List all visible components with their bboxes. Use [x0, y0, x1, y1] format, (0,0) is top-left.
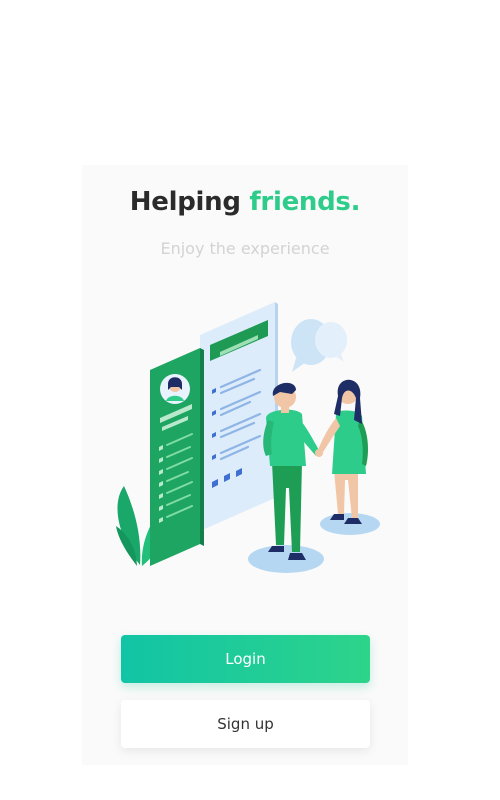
resume-handshake-illustration: [116, 302, 380, 573]
document-back-icon: [200, 302, 278, 531]
page-title: Helping friends.: [82, 187, 408, 217]
onboarding-screen: Helping friends. Enjoy the experience Lo…: [82, 165, 408, 765]
profile-card-icon: [150, 348, 204, 566]
handshake-icon: [315, 449, 323, 457]
man-shadow: [248, 545, 324, 573]
title-main: Helping: [129, 187, 241, 217]
speech-bubbles-icon: [291, 319, 347, 372]
page-subtitle: Enjoy the experience: [160, 239, 330, 258]
woman-icon: [318, 379, 368, 524]
title-accent: friends.: [249, 187, 361, 217]
sign-up-button[interactable]: Sign up: [121, 700, 370, 748]
login-button[interactable]: Login: [121, 635, 370, 683]
